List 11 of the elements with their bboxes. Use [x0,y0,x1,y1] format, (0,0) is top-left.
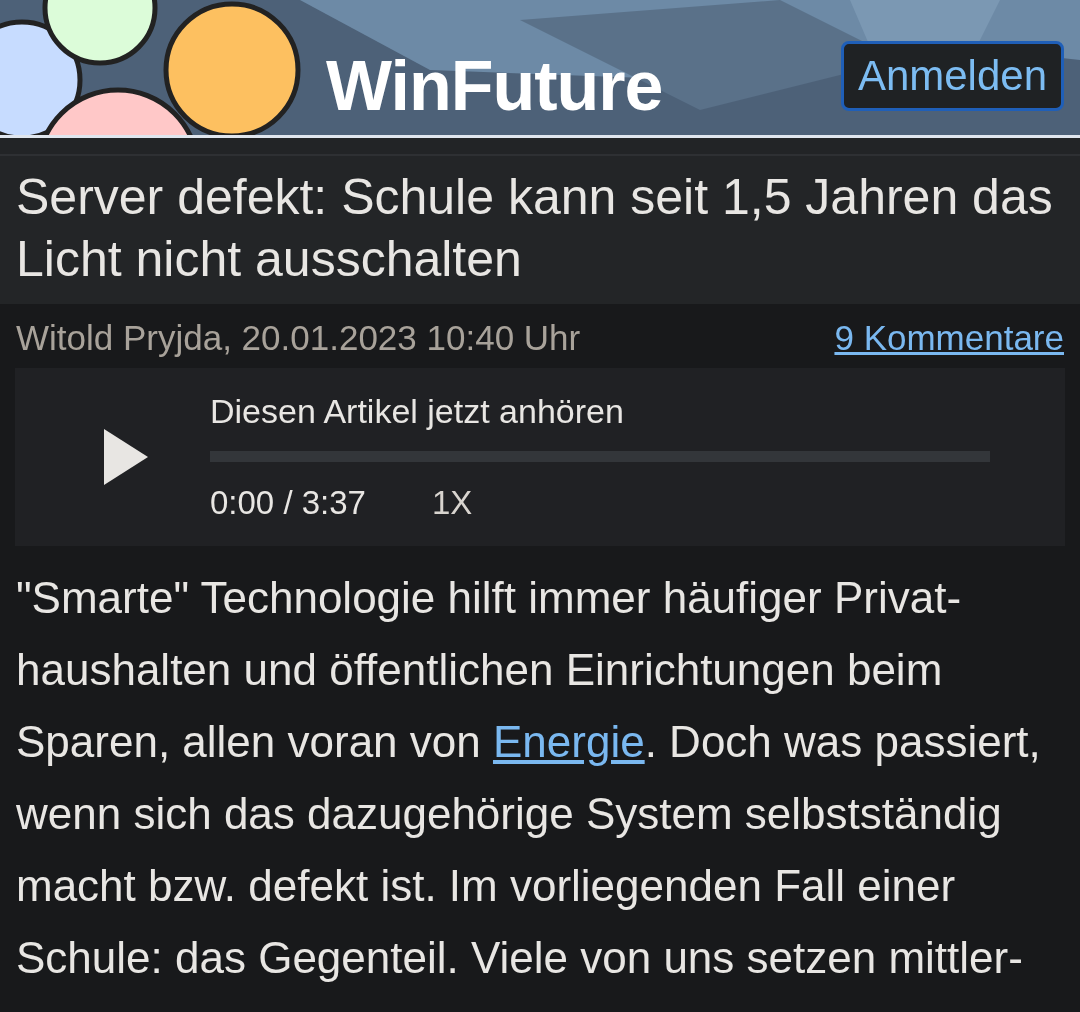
play-icon[interactable] [104,429,148,485]
article-text: "Smarte" Technologie hilft immer häufiger Privat- haushalten und öffentlichen Einrichtungen beim Sparen, allen voran von Energie. Doch was passiert, wenn sich das dazugehörige System selbstständig macht bzw. defekt ist. Im vorliegenden Fall einer Schule: das Gegenteil. Viele von uns setzen mittler- [15,572,1042,984]
article-title: Server defekt: Schule kann seit 1,5 Jahren das Licht nicht ausschalten [0,156,1080,304]
energie-link[interactable]: Energie [493,717,645,766]
byline: Witold Pryjda, 20.01.2023 10:40 Uhr [16,318,581,358]
player-label: Diesen Artikel jetzt anhören [210,392,625,431]
comments-link[interactable]: 9 Kommentare [834,318,1064,358]
time-display: 0:00 / 3:37 [210,484,366,522]
logo-text[interactable]: WinFuture [326,45,663,126]
speed-button[interactable]: 1X [431,484,473,522]
login-button[interactable]: Anmelden [840,40,1064,111]
